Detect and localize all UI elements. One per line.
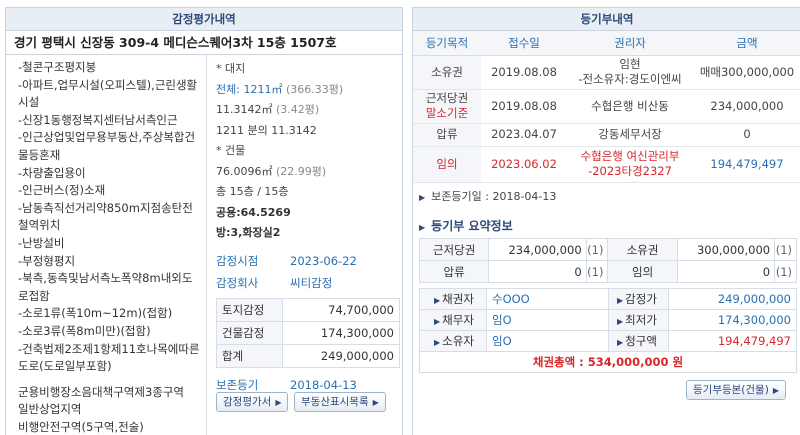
building-area: 76.0096㎡ (22.99평)	[216, 164, 327, 178]
feature-item: -신장1동행정복지센터남서측인근	[18, 112, 178, 127]
feature-item: -소로3류(폭8m미만)(접함)	[18, 323, 151, 338]
triangle-right-icon: ▶	[772, 386, 779, 395]
feature-item: -인근버스(정)소재	[18, 183, 106, 198]
registry-summary-table: 근저당권 234,000,000 (1) 소유권 300,000,000 (1)…	[418, 238, 797, 283]
triangle-right-icon: ▶	[434, 317, 441, 326]
zoning-item: 군용비행장소음대책구역제3종구역	[18, 384, 185, 399]
feature-item: -철콘구조평지붕	[18, 60, 97, 74]
total-claims: 채권총액 : 534,000,000 원	[419, 351, 797, 373]
building-rooms: 방:3,화장실2	[216, 226, 281, 239]
property-info: * 대지 전체: 1211㎡ (366.33평) 11.3142㎡ (3.42평…	[208, 55, 402, 435]
table-row: 합계 249,000,000	[216, 343, 400, 368]
appraisal-doc-button[interactable]: 감정평가서 ▶	[216, 392, 289, 412]
land-header: * 대지	[216, 62, 246, 75]
appraisal-date-label: 감정시점	[216, 253, 259, 268]
registry-table: 등기목적 접수일 권리자 금액 소유권 2019.08.08 임현 -전소유자:경…	[413, 31, 800, 183]
table-row: ▶ 소유자 임O ▶ 청구액 194,479,497	[419, 330, 797, 352]
total-claims-row: 채권총액 : 534,000,000 원	[419, 351, 797, 373]
feature-item: -인근상업및업무용부동산,주상복합건물등혼재	[18, 130, 196, 162]
summary-title: ▶ 등기부 요약정보	[419, 219, 513, 233]
land-register-button[interactable]: 부동산표시목록 ▶	[294, 392, 386, 412]
table-row: 토지감정 74,700,000	[216, 297, 400, 322]
land-total: 전체: 1211㎡ (366.33평)	[216, 82, 344, 96]
triangle-right-icon: ▶	[372, 398, 379, 407]
triangle-right-icon: ▶	[419, 193, 426, 202]
appraiser-name: 씨티감정	[290, 275, 333, 290]
appraisal-panel-title: 감정평가내역	[6, 8, 402, 31]
appraiser-row: 감정회사 씨티감정	[216, 272, 397, 294]
land-share-area: 11.3142㎡ (3.42평)	[216, 103, 320, 116]
register-copy-button[interactable]: 등기부등본(건물) ▶	[686, 380, 786, 400]
feature-item: -북측,동측및남서측노폭약8m내외도로접함	[18, 271, 193, 303]
table-row: 건물감정 174,300,000	[216, 320, 400, 345]
appraiser-label: 감정회사	[216, 275, 259, 290]
triangle-right-icon: ▶	[617, 317, 624, 326]
registry-panel: 등기부내역 등기목적 접수일 권리자 금액 소유권 2019.08.08 임현 -…	[412, 7, 800, 435]
triangle-right-icon: ▶	[434, 338, 441, 347]
zoning-item: 비행안전구역(5구역,전술)	[18, 419, 144, 434]
triangle-right-icon: ▶	[275, 398, 282, 407]
table-row: ▶ 채권자 수OOO ▶ 감정가 249,000,000	[419, 288, 797, 310]
feature-item: -차량출입용이	[18, 165, 86, 180]
registry-header-row: 등기목적 접수일 권리자 금액	[413, 31, 800, 56]
building-common-area: 공용:64.5269	[216, 205, 291, 219]
table-row: 압류 0 (1) 임의 0 (1)	[418, 260, 797, 283]
feature-item: -소로1류(폭10m~12m)(접함)	[18, 306, 173, 321]
feature-item: -부정형평지	[18, 253, 76, 268]
feature-item: -난방설비	[18, 235, 65, 250]
table-row: 근저당권 말소기준 2019.08.08 수협은행 비산동 234,000,000	[413, 89, 800, 124]
zoning-item: 일반상업지역	[18, 402, 82, 417]
land-share-ratio: 1211 분의 11.3142	[216, 123, 317, 137]
appraisal-date-row: 감정시점 2023-06-22	[216, 250, 397, 272]
appraisal-panel: 감정평가내역 경기 평택시 신장동 309-4 메디슨스퀘어3차 15층 150…	[5, 7, 403, 435]
feature-item: -건축법제2조제1항제11호나목에따른도로(도로일부포함)	[18, 341, 200, 374]
triangle-right-icon: ▶	[419, 223, 426, 232]
feature-item: -아파트,업무시설(오피스텔),근린생활시설	[18, 77, 198, 110]
triangle-right-icon: ▶	[434, 296, 441, 305]
table-row: 임의 2023.06.02 수협은행 여신관리부 -2023타경2327 194,…	[413, 146, 800, 183]
registry-panel-title: 등기부내역	[413, 8, 800, 31]
appraisal-date: 2023-06-22	[290, 253, 357, 268]
building-header: * 건물	[216, 144, 246, 157]
table-row: ▶ 채무자 임O ▶ 최저가 174,300,000	[419, 309, 797, 331]
property-features: -철콘구조평지붕 -아파트,업무시설(오피스텔),근린생활시설 -신장1동행정복지센…	[6, 55, 207, 435]
building-floors: 총 15층 / 15층	[216, 185, 289, 198]
cancellation-basis-badge: 말소기준	[425, 106, 469, 120]
appraisal-value-table: 토지감정 74,700,000 건물감정 174,300,000 합계 249,…	[216, 297, 400, 368]
feature-item: -남동측직선거리약850m지점송탄전철역위치	[18, 200, 193, 233]
claims-table: ▶ 채권자 수OOO ▶ 감정가 249,000,000 ▶ 채무자 임O ▶ 최저가 …	[419, 288, 797, 373]
table-row: 소유권 2019.08.08 임현 -전소유자:경도이엔씨 매매300,000,0…	[413, 55, 800, 90]
preservation-date-text: ▶ 보존등기일 : 2018-04-13	[419, 190, 557, 203]
triangle-right-icon: ▶	[617, 338, 624, 347]
table-row: 압류 2023.04.07 강동세무서장 0	[413, 123, 800, 147]
triangle-right-icon: ▶	[617, 296, 624, 305]
table-row: 근저당권 234,000,000 (1) 소유권 300,000,000 (1)	[418, 238, 797, 261]
property-address: 경기 평택시 신장동 309-4 메디슨스퀘어3차 15층 1507호	[6, 31, 402, 55]
